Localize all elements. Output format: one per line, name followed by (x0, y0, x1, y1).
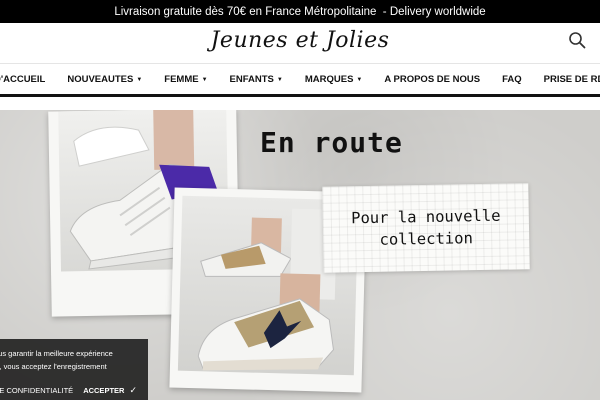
chevron-down-icon: ▼ (356, 76, 363, 83)
announcement-bar: Livraison gratuite dès 70€ en France Mét… (0, 0, 600, 23)
nav-item-faq[interactable]: FAQ (491, 64, 533, 95)
search-icon[interactable] (568, 31, 586, 49)
site-logo[interactable]: Jeunes et Jolies (0, 28, 600, 53)
chevron-down-icon: ▼ (201, 76, 208, 83)
checkmark-icon[interactable]: ✓ (129, 385, 137, 396)
announcement-text: Livraison gratuite dès 70€ en France Mét… (114, 5, 486, 18)
cookie-actions: DE CONFIDENTIALITÉ ACCEPTER ✓ (0, 385, 148, 396)
hero-note-line-1: Pour la nouvelle (351, 206, 501, 228)
nav-item-prise-de-rdv[interactable]: PRISE DE RDV (533, 64, 600, 95)
nav-item-marques[interactable]: MARQUES ▼ (294, 64, 374, 95)
nav-item-a-propos[interactable]: A PROPOS DE NOUS (373, 64, 491, 95)
cookie-text-line-1: ous garantir la meilleure expérience (0, 349, 113, 358)
chevron-down-icon: ▼ (136, 76, 143, 83)
nav-item-femme[interactable]: FEMME ▼ (153, 64, 218, 95)
nav-item-nouveautes[interactable]: NOUVEAUTES ▼ (56, 64, 153, 95)
site-header: Jeunes et Jolies (0, 23, 600, 63)
cookie-text-line-2: R, vous acceptez l'enregistrement (0, 362, 107, 371)
chevron-down-icon: ▼ (276, 76, 283, 83)
hero-note-line-2: collection (379, 229, 473, 249)
accept-cookies-button[interactable]: ACCEPTER (83, 386, 124, 395)
hero-note: Pour la nouvelle collection (322, 183, 530, 273)
hero-headline: En route (260, 126, 403, 159)
main-nav: D'ACCUEIL NOUVEAUTES ▼ FEMME ▼ ENFANTS ▼… (0, 63, 600, 95)
privacy-policy-link[interactable]: DE CONFIDENTIALITÉ (0, 386, 73, 395)
nav-underline (0, 94, 600, 97)
nav-item-enfants[interactable]: ENFANTS ▼ (219, 64, 294, 95)
nav-item-accueil[interactable]: D'ACCUEIL (0, 64, 56, 95)
cookie-banner: ous garantir la meilleure expérience R, … (0, 339, 148, 400)
